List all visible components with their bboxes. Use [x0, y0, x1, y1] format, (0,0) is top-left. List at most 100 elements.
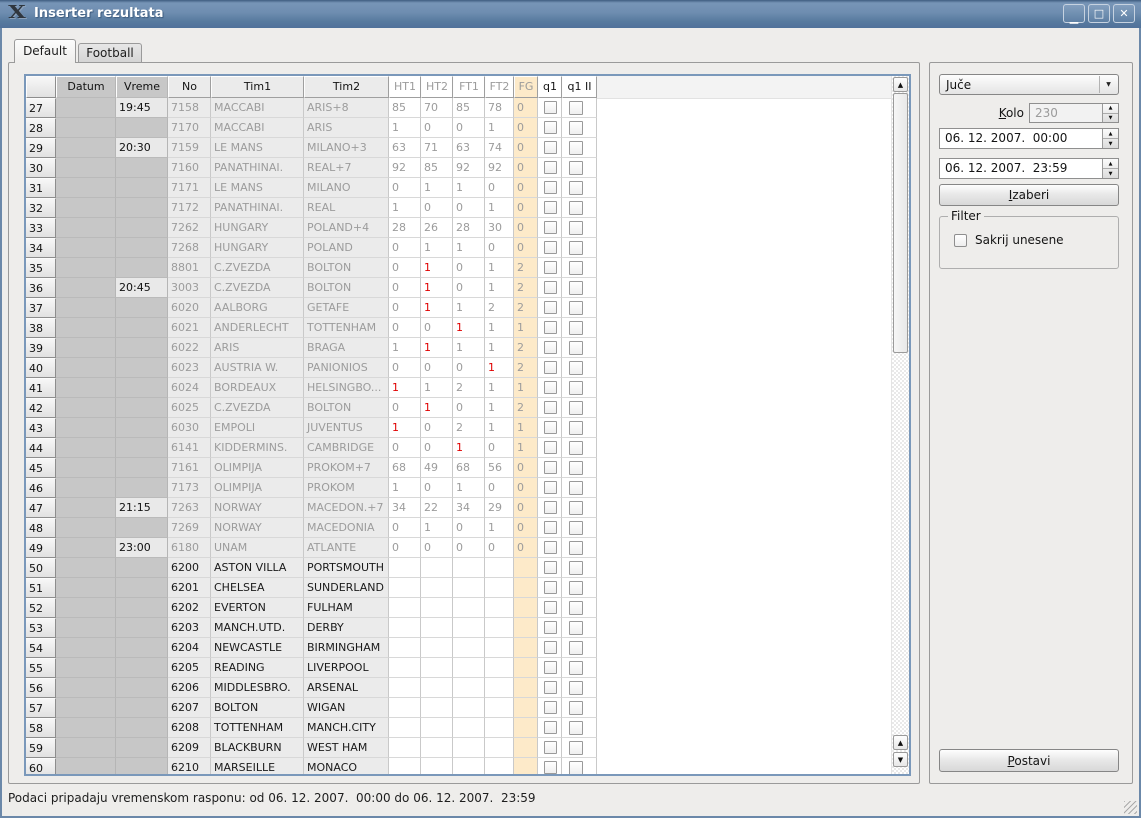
q1-cell[interactable] [538, 358, 562, 378]
column-header-ft1[interactable]: FT1 [453, 76, 485, 98]
q1-cell[interactable] [538, 478, 562, 498]
datum-cell[interactable] [56, 438, 116, 458]
spin-up-icon[interactable]: ▲ [1103, 104, 1118, 114]
maximize-button[interactable]: □ [1088, 4, 1110, 23]
ft1-cell[interactable] [453, 598, 485, 618]
team2-cell[interactable]: POLAND+4 [304, 218, 389, 238]
q1-cell[interactable] [538, 498, 562, 518]
q1-cell[interactable] [538, 618, 562, 638]
team1-cell[interactable]: MACCABI [211, 98, 304, 118]
match-no-cell[interactable]: 6210 [168, 758, 211, 776]
ht2-cell[interactable]: 1 [421, 398, 453, 418]
q1-checkbox[interactable] [544, 201, 557, 214]
ht1-cell[interactable]: 0 [389, 258, 421, 278]
ht1-cell[interactable]: 0 [389, 358, 421, 378]
q1ii-checkbox[interactable] [569, 201, 583, 215]
q1ii-checkbox[interactable] [569, 481, 583, 495]
ft2-cell[interactable]: 0 [485, 478, 514, 498]
vreme-cell[interactable] [116, 198, 168, 218]
datum-cell[interactable] [56, 498, 116, 518]
ft2-cell[interactable] [485, 558, 514, 578]
ht2-cell[interactable]: 0 [421, 118, 453, 138]
fg-cell[interactable]: 2 [514, 358, 538, 378]
datum-cell[interactable] [56, 278, 116, 298]
match-no-cell[interactable]: 7170 [168, 118, 211, 138]
date-to-steppers[interactable]: ▲▼ [1102, 159, 1118, 178]
row-number-cell[interactable]: 48 [26, 518, 56, 538]
fg-cell[interactable] [514, 758, 538, 776]
ft1-cell[interactable]: 63 [453, 138, 485, 158]
ht1-cell[interactable]: 63 [389, 138, 421, 158]
team1-cell[interactable]: ARIS [211, 338, 304, 358]
ht1-cell[interactable] [389, 558, 421, 578]
tab-default[interactable]: Default [14, 39, 76, 63]
q1-checkbox[interactable] [544, 661, 557, 674]
vreme-cell[interactable]: 23:00 [116, 538, 168, 558]
q1-checkbox[interactable] [544, 321, 557, 334]
vreme-cell[interactable] [116, 418, 168, 438]
match-no-cell[interactable]: 6025 [168, 398, 211, 418]
ft1-cell[interactable]: 34 [453, 498, 485, 518]
match-no-cell[interactable]: 6209 [168, 738, 211, 758]
q1ii-cell[interactable] [562, 418, 597, 438]
scroll-up-button[interactable]: ▲ [893, 77, 908, 92]
vreme-cell[interactable]: 20:45 [116, 278, 168, 298]
ft2-cell[interactable]: 0 [485, 238, 514, 258]
ht2-cell[interactable]: 1 [421, 178, 453, 198]
q1ii-cell[interactable] [562, 358, 597, 378]
q1-checkbox[interactable] [544, 181, 557, 194]
row-number-cell[interactable]: 47 [26, 498, 56, 518]
fg-cell[interactable] [514, 578, 538, 598]
ft2-cell[interactable] [485, 718, 514, 738]
team1-cell[interactable]: ASTON VILLA [211, 558, 304, 578]
team2-cell[interactable]: ARIS+8 [304, 98, 389, 118]
ht1-cell[interactable] [389, 758, 421, 776]
q1-cell[interactable] [538, 718, 562, 738]
fg-cell[interactable] [514, 658, 538, 678]
column-header-tim1[interactable]: Tim1 [211, 76, 304, 98]
minimize-button[interactable]: ▁ [1063, 4, 1085, 23]
q1-checkbox[interactable] [544, 381, 557, 394]
team2-cell[interactable]: POLAND [304, 238, 389, 258]
q1-cell[interactable] [538, 118, 562, 138]
q1-cell[interactable] [538, 258, 562, 278]
q1-checkbox[interactable] [544, 641, 557, 654]
team1-cell[interactable]: UNAM [211, 538, 304, 558]
q1ii-cell[interactable] [562, 658, 597, 678]
fg-cell[interactable]: 0 [514, 138, 538, 158]
match-no-cell[interactable]: 7269 [168, 518, 211, 538]
ft2-cell[interactable]: 56 [485, 458, 514, 478]
q1ii-cell[interactable] [562, 618, 597, 638]
match-no-cell[interactable]: 6207 [168, 698, 211, 718]
q1-checkbox[interactable] [544, 441, 557, 454]
ht1-cell[interactable]: 0 [389, 278, 421, 298]
q1-cell[interactable] [538, 738, 562, 758]
ht1-cell[interactable]: 0 [389, 518, 421, 538]
match-no-cell[interactable]: 7159 [168, 138, 211, 158]
q1ii-cell[interactable] [562, 598, 597, 618]
q1-cell[interactable] [538, 698, 562, 718]
ft2-cell[interactable]: 1 [485, 398, 514, 418]
q1ii-checkbox[interactable] [569, 101, 583, 115]
row-number-cell[interactable]: 32 [26, 198, 56, 218]
match-no-cell[interactable]: 6030 [168, 418, 211, 438]
q1-checkbox[interactable] [544, 361, 557, 374]
ht2-cell[interactable]: 0 [421, 478, 453, 498]
match-no-cell[interactable]: 6205 [168, 658, 211, 678]
ft2-cell[interactable]: 1 [485, 118, 514, 138]
ht2-cell[interactable] [421, 598, 453, 618]
team1-cell[interactable]: BLACKBURN [211, 738, 304, 758]
date-to-spinner[interactable]: 06. 12. 2007. 23:59 ▲▼ [939, 158, 1119, 179]
ht2-cell[interactable] [421, 558, 453, 578]
scroll-up-button-bottom[interactable]: ▲ [893, 735, 908, 750]
q1ii-checkbox[interactable] [569, 161, 583, 175]
ht1-cell[interactable]: 0 [389, 318, 421, 338]
q1ii-cell[interactable] [562, 258, 597, 278]
q1-cell[interactable] [538, 198, 562, 218]
row-number-cell[interactable]: 53 [26, 618, 56, 638]
vreme-cell[interactable] [116, 218, 168, 238]
ft1-cell[interactable]: 1 [453, 298, 485, 318]
datum-cell[interactable] [56, 298, 116, 318]
ft2-cell[interactable]: 29 [485, 498, 514, 518]
team2-cell[interactable]: JUVENTUS [304, 418, 389, 438]
